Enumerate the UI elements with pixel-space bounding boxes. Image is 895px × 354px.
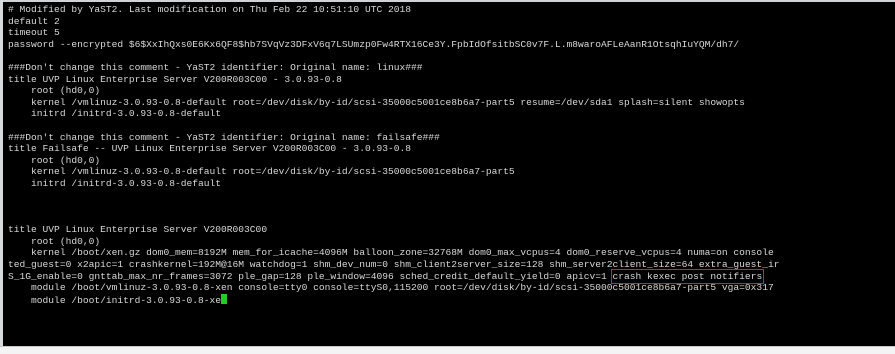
- terminal-line: title Failsafe -- UVP Linux Enterprise S…: [8, 143, 779, 155]
- terminal-line-text: title Failsafe -- UVP Linux Enterprise S…: [8, 143, 412, 155]
- terminal-line-text: ###Don't change this comment - YaST2 ide…: [8, 131, 440, 143]
- terminal-line: kernel /vmlinuz-3.0.93-0.8-default root=…: [8, 166, 779, 178]
- terminal-line: initrd /initrd-3.0.93-0.8-default: [8, 178, 779, 190]
- terminal-line: kernel /boot/xen.gz dom0_mem=8192M mem_f…: [8, 247, 779, 259]
- terminal-line: title UVP Linux Enterprise Server V200R0…: [8, 74, 779, 86]
- terminal-line: root (hd0,0): [8, 155, 779, 167]
- terminal-line-text: kernel /vmlinuz-3.0.93-0.8-default root=…: [8, 96, 745, 108]
- terminal-line: ted_guest=0 x2apic=1 crashkernel=192M@16…: [8, 259, 779, 271]
- terminal-line-text: title UVP Linux Enterprise Server V200R0…: [8, 73, 342, 85]
- terminal-line-text: kernel /boot/xen.gz dom0_mem=8192M mem_f…: [8, 247, 774, 259]
- terminal-line-text: default 2: [8, 15, 60, 27]
- terminal-line-text: timeout 5: [8, 27, 60, 39]
- highlighted-text: crash kexec post notifiers: [610, 268, 765, 284]
- terminal-line: ###Don't change this comment - YaST2 ide…: [8, 132, 779, 144]
- terminal-line: module /boot/initrd-3.0.93-0.8-xe: [8, 293, 779, 306]
- terminal-line-text: # Modified by YaST2. Last modification o…: [8, 4, 412, 15]
- terminal-line: kernel /vmlinuz-3.0.93-0.8-default root=…: [8, 97, 779, 109]
- terminal-line-text: module /boot/initrd-3.0.93-0.8-xe: [8, 294, 222, 306]
- terminal-line-text: initrd /initrd-3.0.93-0.8-default: [8, 177, 222, 189]
- terminal-window: # Modified by YaST2. Last modification o…: [0, 0, 895, 354]
- terminal-line: ###Don't change this comment - YaST2 ide…: [8, 62, 779, 74]
- terminal-line-text: module /boot/vmlinuz-3.0.93-0.8-xen cons…: [8, 282, 774, 294]
- terminal-line-text: ted_guest=0 x2apic=1 crashkernel=192M@16…: [8, 259, 780, 271]
- terminal-line-text: root (hd0,0): [8, 154, 101, 166]
- terminal-line: initrd /initrd-3.0.93-0.8-default: [8, 108, 779, 120]
- terminal-line: S_1G_enable=0 gnttab_max_nr_frames=3072 …: [8, 268, 779, 284]
- terminal-line: module /boot/vmlinuz-3.0.93-0.8-xen cons…: [8, 282, 779, 294]
- terminal-line-text: ###Don't change this comment - YaST2 ide…: [8, 61, 423, 73]
- terminal-screen[interactable]: # Modified by YaST2. Last modification o…: [3, 2, 895, 346]
- window-bottom-edge: [0, 346, 895, 354]
- terminal-line: # Modified by YaST2. Last modification o…: [8, 4, 779, 16]
- grub-menu-lst-contents: # Modified by YaST2. Last modification o…: [8, 4, 779, 306]
- terminal-line-text: root (hd0,0): [8, 235, 101, 247]
- terminal-line-text: kernel /vmlinuz-3.0.93-0.8-default root=…: [8, 166, 515, 178]
- terminal-line-text: S_1G_enable=0 gnttab_max_nr_frames=3072 …: [8, 270, 613, 282]
- terminal-line: root (hd0,0): [8, 236, 779, 248]
- terminal-line: title UVP Linux Enterprise Server V200R0…: [8, 224, 779, 236]
- text-cursor: [221, 293, 228, 304]
- terminal-line-text: root (hd0,0): [8, 85, 101, 97]
- terminal-line: default 2: [8, 16, 779, 28]
- terminal-line-text: password --encrypted $6$XxIhQxs0E6Kx6QF8…: [8, 38, 740, 50]
- divider: [0, 346, 895, 347]
- terminal-line: password --encrypted $6$XxIhQxs0E6Kx6QF8…: [8, 39, 779, 51]
- terminal-line: timeout 5: [8, 27, 779, 39]
- terminal-line-text: initrd /initrd-3.0.93-0.8-default: [8, 108, 222, 120]
- terminal-line-text: title UVP Linux Enterprise Server V200R0…: [8, 224, 268, 236]
- terminal-line: root (hd0,0): [8, 85, 779, 97]
